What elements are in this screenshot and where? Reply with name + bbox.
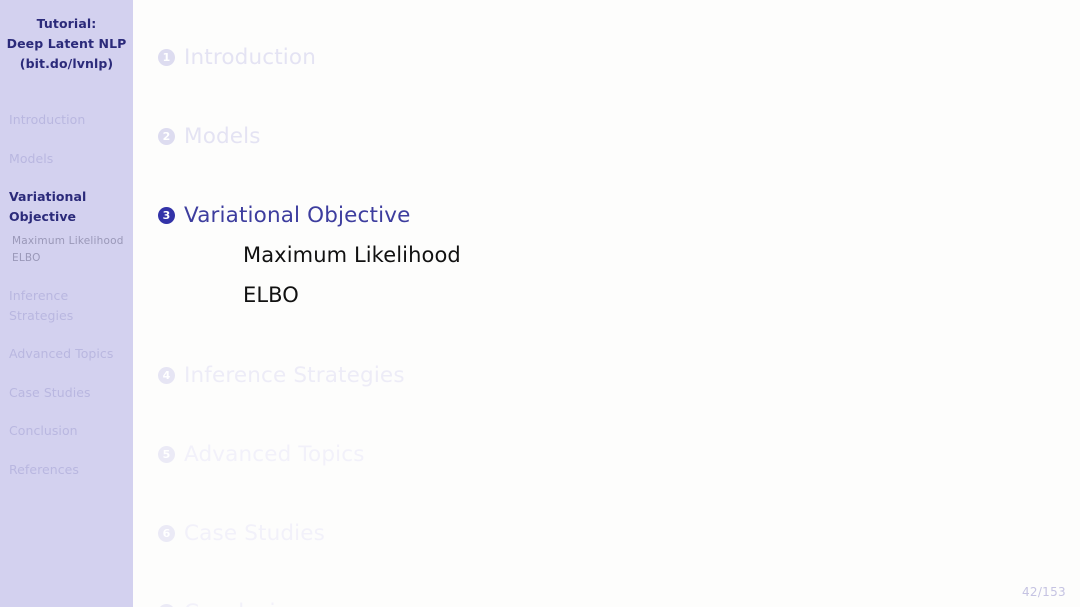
sidebar-item-references[interactable]: References xyxy=(0,460,133,480)
toc-entry-advanced-topics[interactable]: 5 Advanced Topics xyxy=(158,442,365,467)
toc-entry-label: Conclusion xyxy=(184,600,303,607)
toc-entry-label: Case Studies xyxy=(184,521,326,546)
section-number-badge: 3 xyxy=(158,207,175,224)
sidebar-title-line-1: Tutorial: xyxy=(36,16,97,31)
sidebar-title-line-3: (bit.do/lvnlp) xyxy=(19,56,114,71)
toc-entry-variational-objective[interactable]: 3 Variational Objective xyxy=(158,203,410,228)
toc-entry-label: Models xyxy=(184,124,261,149)
toc-entry-label: Advanced Topics xyxy=(184,442,365,467)
toc-entry-label: Variational Objective xyxy=(184,203,411,228)
section-number-badge: 6 xyxy=(158,525,175,542)
sidebar-item-variational-objective[interactable]: Variational Objective xyxy=(0,187,133,226)
toc-entry-label: Introduction xyxy=(184,45,316,70)
toc-entry-models[interactable]: 2 Models xyxy=(158,124,261,149)
sidebar-subitem-maximum-likelihood[interactable]: Maximum Likelihood xyxy=(0,233,133,250)
toc-entry-inference-strategies[interactable]: 4 Inference Strategies xyxy=(158,363,405,388)
toc-entry-case-studies[interactable]: 6 Case Studies xyxy=(158,521,325,546)
sidebar-subitem-elbo[interactable]: ELBO xyxy=(0,250,133,267)
section-number-badge: 5 xyxy=(158,446,175,463)
section-number-badge: 4 xyxy=(158,367,175,384)
sidebar-nav: Introduction Models Variational Objectiv… xyxy=(0,110,133,479)
sidebar: Tutorial: Deep Latent NLP (bit.do/lvnlp)… xyxy=(0,0,133,607)
sidebar-item-case-studies[interactable]: Case Studies xyxy=(0,383,133,403)
sidebar-title-block: Tutorial: Deep Latent NLP (bit.do/lvnlp) xyxy=(0,0,133,74)
toc-entry-conclusion[interactable]: 7 Conclusion xyxy=(158,600,303,607)
sidebar-title-line-2: Deep Latent NLP xyxy=(6,36,127,51)
toc-entry-introduction[interactable]: 1 Introduction xyxy=(158,45,316,70)
presentation-slide: Tutorial: Deep Latent NLP (bit.do/lvnlp)… xyxy=(0,0,1080,607)
sidebar-item-introduction[interactable]: Introduction xyxy=(0,110,133,130)
section-number-badge: 2 xyxy=(158,128,175,145)
toc-entry-label: Inference Strategies xyxy=(184,363,405,388)
sidebar-item-models[interactable]: Models xyxy=(0,149,133,169)
sidebar-item-inference-strategies[interactable]: Inference Strategies xyxy=(0,286,133,325)
slide-content: 1 Introduction 2 Models 3 Variational Ob… xyxy=(133,0,1080,607)
toc-subentry-elbo[interactable]: ELBO xyxy=(243,283,299,307)
sidebar-item-advanced-topics[interactable]: Advanced Topics xyxy=(0,344,133,364)
section-number-badge: 1 xyxy=(158,49,175,66)
sidebar-item-conclusion[interactable]: Conclusion xyxy=(0,421,133,441)
page-indicator: 42/153 xyxy=(1021,585,1066,599)
toc-subentry-maximum-likelihood[interactable]: Maximum Likelihood xyxy=(243,243,461,267)
